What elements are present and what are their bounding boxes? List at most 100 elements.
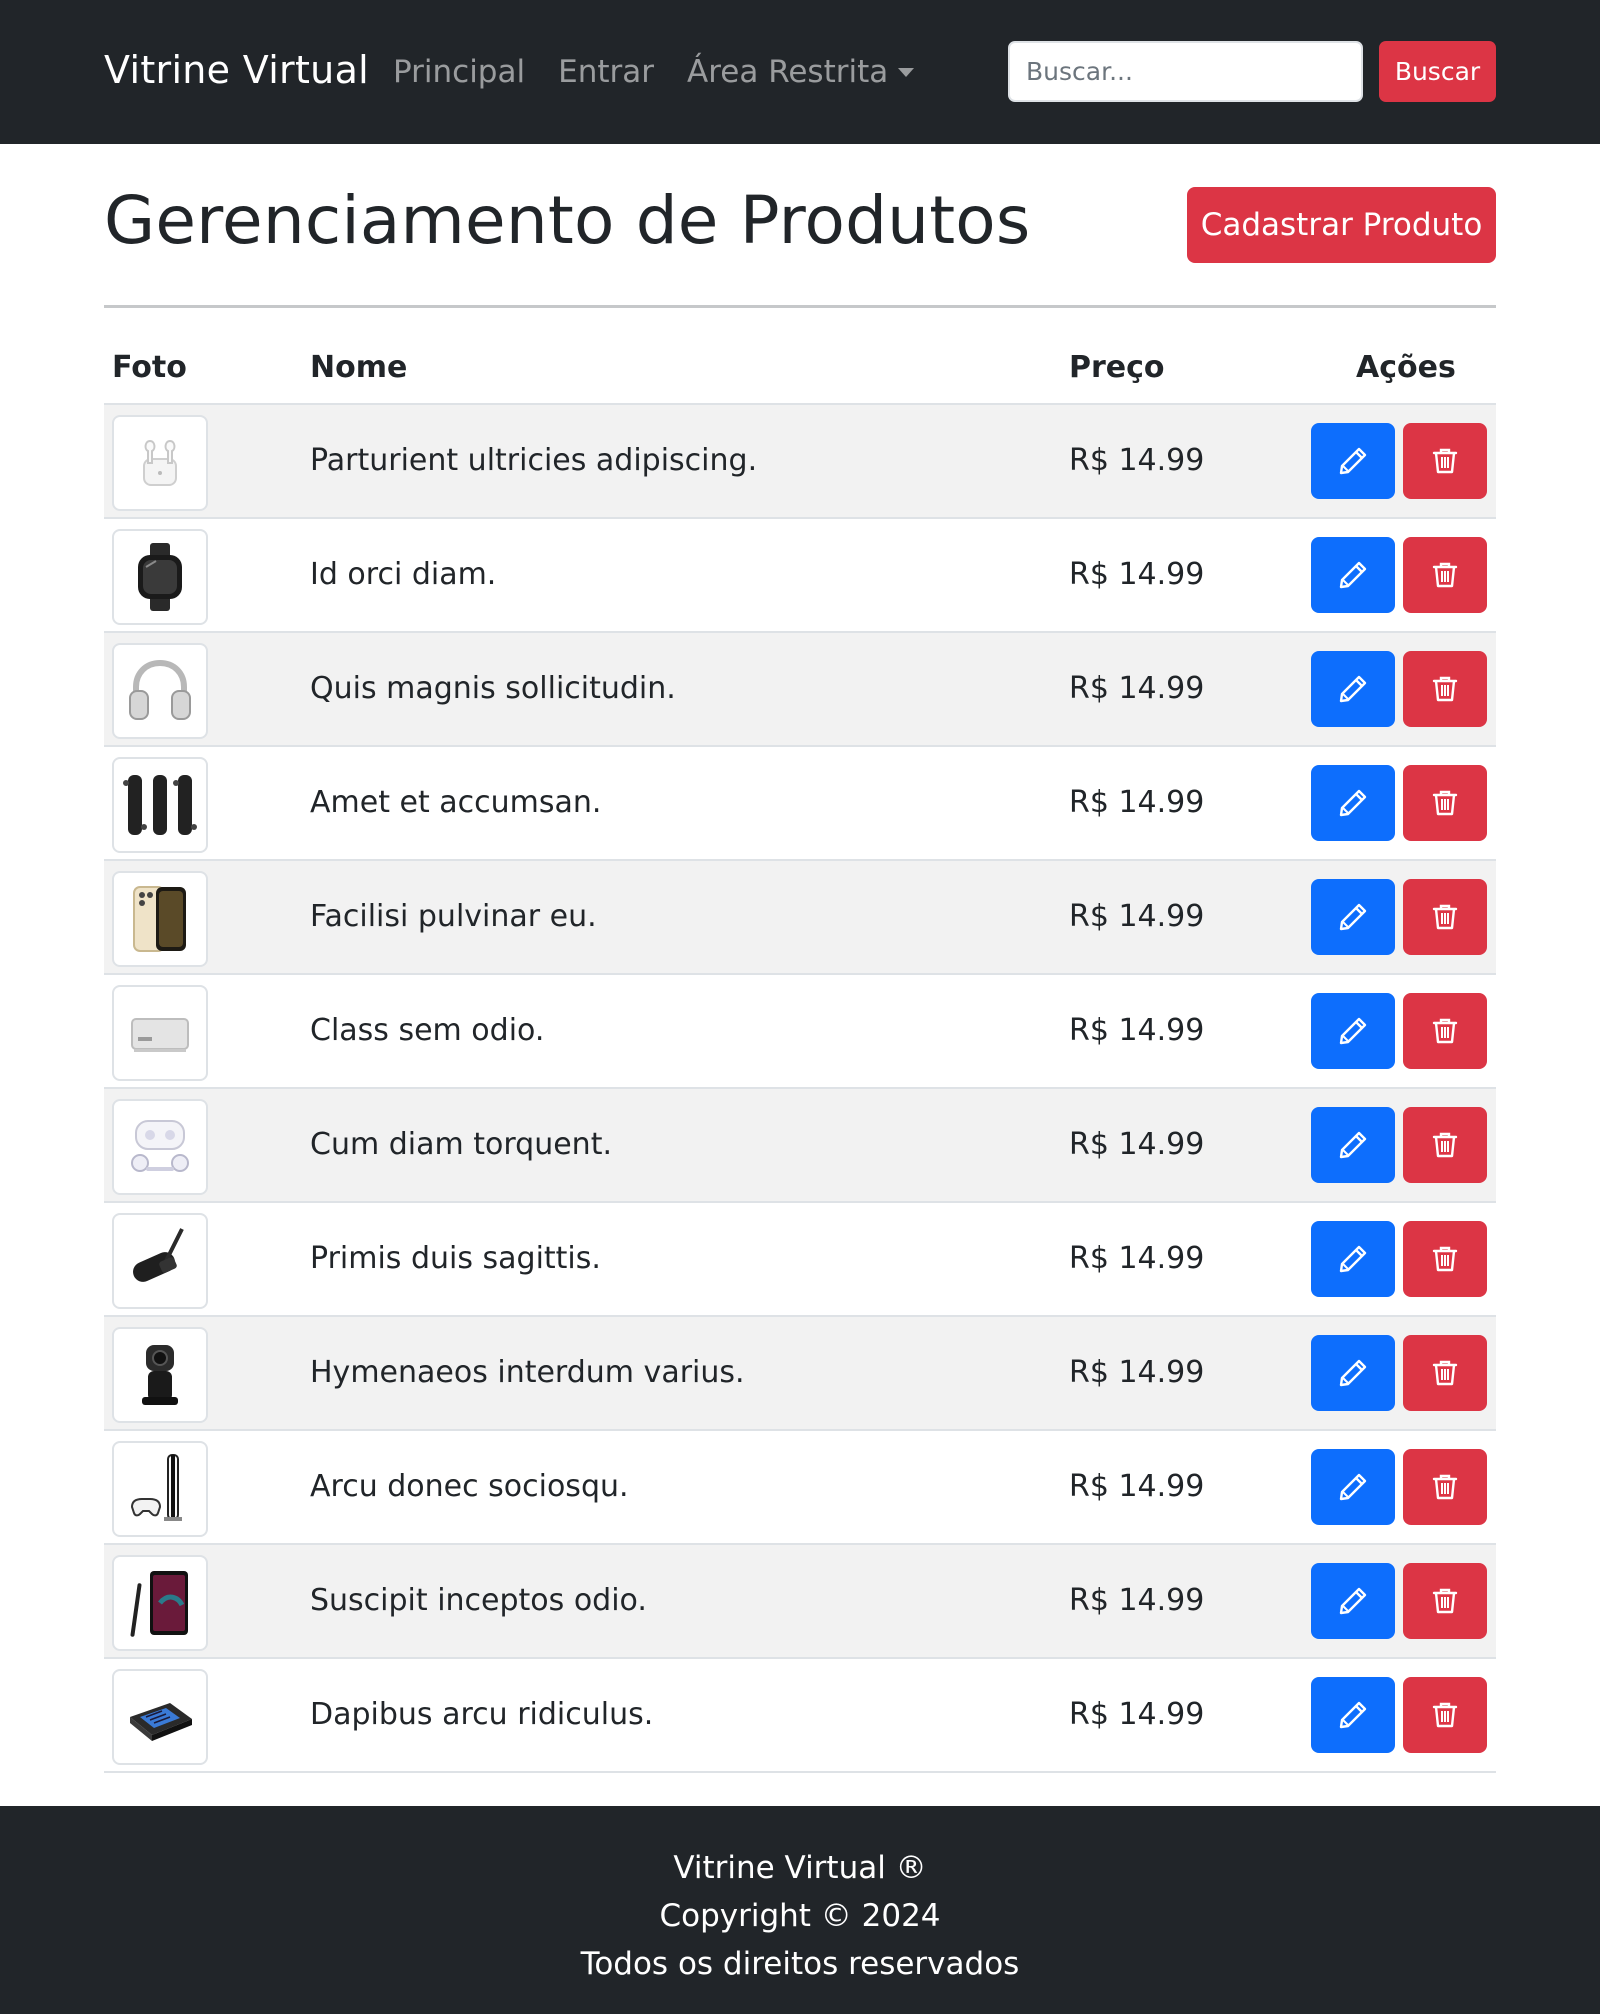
delete-product-button[interactable] (1403, 1449, 1487, 1525)
trash-icon (1429, 901, 1461, 933)
pencil-icon (1337, 787, 1369, 819)
product-name: Parturient ultricies adipiscing. (310, 443, 758, 478)
brand-logo[interactable]: Vitrine Virtual (104, 48, 369, 92)
edit-product-button[interactable] (1311, 1221, 1395, 1297)
pencil-icon (1337, 1585, 1369, 1617)
add-product-button[interactable]: Cadastrar Produto (1187, 187, 1496, 263)
delete-product-button[interactable] (1403, 993, 1487, 1069)
microphone-icon (120, 1221, 200, 1301)
delete-product-button[interactable] (1403, 1107, 1487, 1183)
product-photo (112, 415, 208, 511)
webcam-icon (120, 1335, 200, 1415)
product-photo (112, 1213, 208, 1309)
edit-product-button[interactable] (1311, 1107, 1395, 1183)
product-price: R$ 14.99 (1069, 1355, 1205, 1390)
search-button[interactable]: Buscar (1379, 41, 1496, 102)
table-row: Id orci diam. R$ 14.99 (104, 519, 1496, 633)
delete-product-button[interactable] (1403, 1221, 1487, 1297)
product-price: R$ 14.99 (1069, 1013, 1205, 1048)
divider (104, 305, 1496, 308)
pencil-icon (1337, 1357, 1369, 1389)
header-acoes: Ações (1356, 350, 1456, 385)
delete-product-button[interactable] (1403, 879, 1487, 955)
edit-product-button[interactable] (1311, 879, 1395, 955)
vr-headset-icon (120, 1107, 200, 1187)
trash-icon (1429, 559, 1461, 591)
game-console-icon (120, 1449, 200, 1529)
smartphone-icon (120, 879, 200, 959)
table-row: Facilisi pulvinar eu. R$ 14.99 (104, 861, 1496, 975)
product-photo (112, 757, 208, 853)
edit-product-button[interactable] (1311, 651, 1395, 727)
delete-product-button[interactable] (1403, 1563, 1487, 1639)
delete-product-button[interactable] (1403, 537, 1487, 613)
trash-icon (1429, 1243, 1461, 1275)
edit-product-button[interactable] (1311, 537, 1395, 613)
phone-stylus-icon (120, 1563, 200, 1643)
product-price: R$ 14.99 (1069, 1127, 1205, 1162)
earbuds-icon (120, 423, 200, 503)
edit-product-button[interactable] (1311, 993, 1395, 1069)
pencil-icon (1337, 1471, 1369, 1503)
delete-product-button[interactable] (1403, 765, 1487, 841)
delete-product-button[interactable] (1403, 423, 1487, 499)
table-row: Quis magnis sollicitudin. R$ 14.99 (104, 633, 1496, 747)
product-name: Cum diam torquent. (310, 1127, 612, 1162)
desktop-computer-icon (120, 993, 200, 1073)
table-row: Hymenaeos interdum varius. R$ 14.99 (104, 1317, 1496, 1431)
product-photo (112, 643, 208, 739)
product-name: Hymenaeos interdum varius. (310, 1355, 745, 1390)
trash-icon (1429, 1471, 1461, 1503)
nav-dropdown-area-restrita[interactable]: Área Restrita (687, 54, 915, 90)
product-name: Id orci diam. (310, 557, 497, 592)
table-body: Parturient ultricies adipiscing. R$ 14.99… (104, 405, 1496, 1773)
table-row: Amet et accumsan. R$ 14.99 (104, 747, 1496, 861)
smartwatch-icon (120, 537, 200, 617)
edit-product-button[interactable] (1311, 1449, 1395, 1525)
header-nome: Nome (310, 350, 408, 385)
product-photo (112, 1099, 208, 1195)
pencil-icon (1337, 559, 1369, 591)
table-row: Dapibus arcu ridiculus. R$ 14.99 (104, 1659, 1496, 1773)
pencil-icon (1337, 1243, 1369, 1275)
edit-product-button[interactable] (1311, 1677, 1395, 1753)
search-input[interactable] (1008, 41, 1363, 102)
product-price: R$ 14.99 (1069, 899, 1205, 934)
product-photo (112, 529, 208, 625)
skateboard-icon (120, 765, 200, 845)
edit-product-button[interactable] (1311, 423, 1395, 499)
trash-icon (1429, 673, 1461, 705)
product-photo (112, 871, 208, 967)
product-name: Primis duis sagittis. (310, 1241, 601, 1276)
nav-link-principal[interactable]: Principal (393, 54, 525, 90)
edit-product-button[interactable] (1311, 1335, 1395, 1411)
navbar: Vitrine Virtual Principal Entrar Área Re… (0, 0, 1600, 144)
footer-copyright: Copyright © 2024 (659, 1898, 941, 1934)
trash-icon (1429, 1699, 1461, 1731)
edit-product-button[interactable] (1311, 1563, 1395, 1639)
product-price: R$ 14.99 (1069, 1241, 1205, 1276)
product-photo (112, 1441, 208, 1537)
product-photo (112, 1555, 208, 1651)
edit-product-button[interactable] (1311, 765, 1395, 841)
trash-icon (1429, 445, 1461, 477)
page-title: Gerenciamento de Produtos (104, 182, 1031, 259)
product-price: R$ 14.99 (1069, 443, 1205, 478)
pencil-icon (1337, 901, 1369, 933)
product-photo (112, 1327, 208, 1423)
product-price: R$ 14.99 (1069, 557, 1205, 592)
product-name: Amet et accumsan. (310, 785, 602, 820)
product-name: Dapibus arcu ridiculus. (310, 1697, 654, 1732)
delete-product-button[interactable] (1403, 1335, 1487, 1411)
table-row: Arcu donec sociosqu. R$ 14.99 (104, 1431, 1496, 1545)
footer-brand: Vitrine Virtual ® (673, 1850, 927, 1886)
nav-links: Principal Entrar Área Restrita (393, 54, 947, 90)
delete-product-button[interactable] (1403, 1677, 1487, 1753)
delete-product-button[interactable] (1403, 651, 1487, 727)
product-price: R$ 14.99 (1069, 785, 1205, 820)
footer: Vitrine Virtual ® Copyright © 2024 Todos… (0, 1806, 1600, 2014)
product-name: Arcu donec sociosqu. (310, 1469, 629, 1504)
trash-icon (1429, 1015, 1461, 1047)
nav-link-entrar[interactable]: Entrar (558, 54, 654, 90)
product-name: Suscipit inceptos odio. (310, 1583, 647, 1618)
